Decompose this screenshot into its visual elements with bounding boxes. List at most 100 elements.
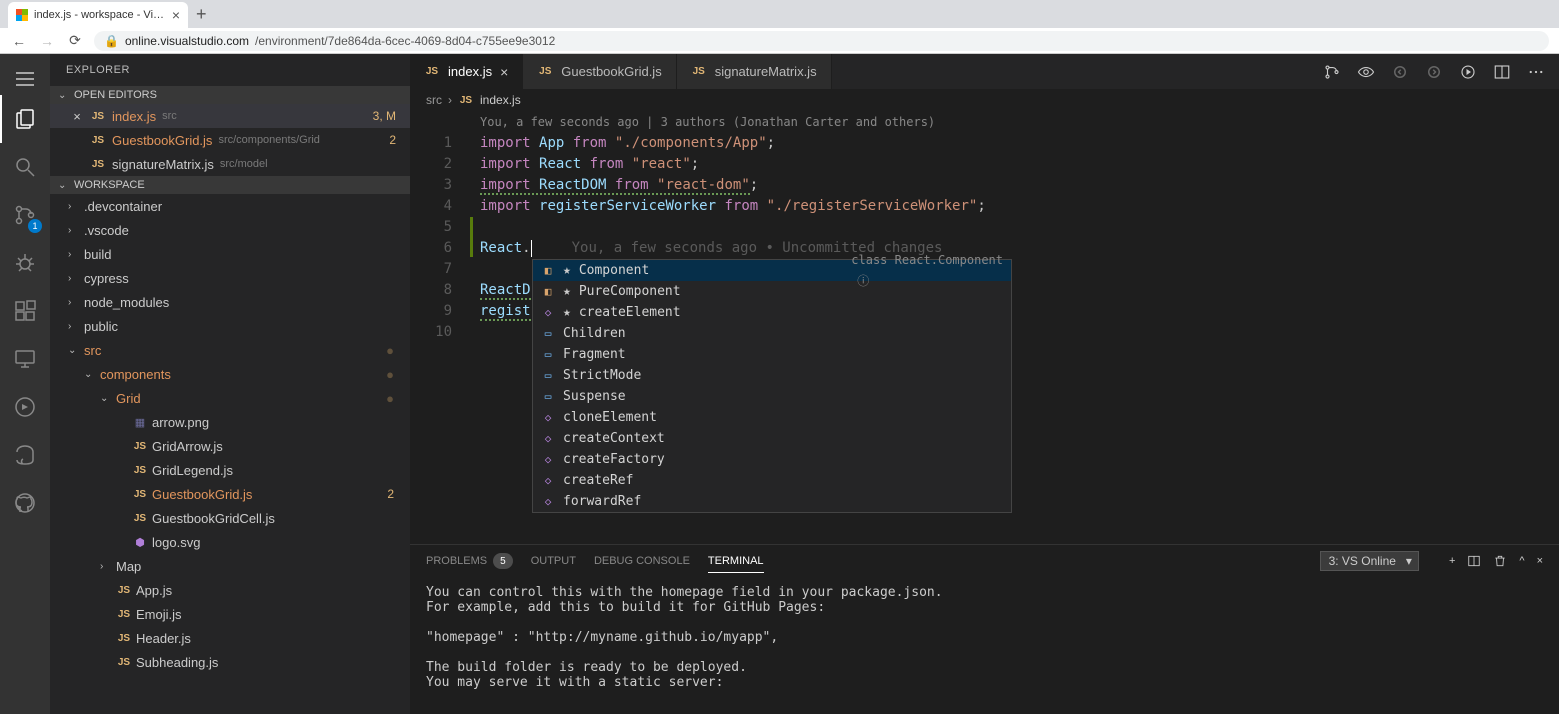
search-icon[interactable] bbox=[0, 143, 50, 191]
split-editor-icon[interactable] bbox=[1491, 61, 1513, 83]
tree-item[interactable]: JSGridLegend.js bbox=[50, 458, 410, 482]
terminal-output[interactable]: You can control this with the homepage f… bbox=[410, 577, 1559, 714]
new-terminal-icon[interactable]: + bbox=[1449, 555, 1455, 567]
suggestion-label: PureComponent bbox=[579, 281, 681, 302]
browser-tab[interactable]: index.js - workspace - Visual Stu... × bbox=[8, 2, 188, 28]
gitlens-toggle-icon[interactable] bbox=[1355, 61, 1377, 83]
js-file-icon: JS bbox=[90, 111, 106, 122]
suggestion-item[interactable]: ▭Children bbox=[533, 323, 1011, 344]
tree-item[interactable]: ⌄src● bbox=[50, 338, 410, 362]
open-editor-item[interactable]: JS GuestbookGrid.js src/components/Grid … bbox=[50, 128, 410, 152]
tree-item[interactable]: ⌄components● bbox=[50, 362, 410, 386]
editor-tab[interactable]: JS signatureMatrix.js bbox=[677, 54, 832, 89]
suggestion-item[interactable]: ◇forwardRef bbox=[533, 491, 1011, 512]
tree-item[interactable]: ›node_modules bbox=[50, 290, 410, 314]
suggestion-item[interactable]: ▭Suspense bbox=[533, 386, 1011, 407]
revision-back-icon[interactable] bbox=[1389, 61, 1411, 83]
maximize-panel-icon[interactable]: ^ bbox=[1519, 555, 1524, 567]
suggestion-label: Suspense bbox=[563, 386, 626, 407]
tab-problems[interactable]: PROBLEMS 5 bbox=[426, 548, 513, 574]
js-file-icon: JS bbox=[132, 441, 148, 452]
more-icon[interactable] bbox=[1525, 61, 1547, 83]
codelens[interactable]: You, a few seconds ago | 3 authors (Jona… bbox=[480, 111, 1559, 133]
kill-terminal-icon[interactable] bbox=[1493, 554, 1507, 568]
tree-item[interactable]: ⌄Grid● bbox=[50, 386, 410, 410]
suggestion-item[interactable]: ▭Fragment bbox=[533, 344, 1011, 365]
close-panel-icon[interactable]: × bbox=[1537, 555, 1543, 567]
address-bar: ← → ⟳ 🔒 online.visualstudio.com/environm… bbox=[0, 28, 1559, 54]
tree-item[interactable]: ▦arrow.png bbox=[50, 410, 410, 434]
remote-explorer-icon[interactable] bbox=[0, 335, 50, 383]
tab-output[interactable]: OUTPUT bbox=[531, 550, 576, 572]
chevron-icon: › bbox=[100, 561, 112, 572]
chevron-icon: › bbox=[68, 273, 80, 284]
tree-item[interactable]: ›.devcontainer bbox=[50, 194, 410, 218]
workspace-section[interactable]: ⌄ WORKSPACE bbox=[50, 176, 410, 194]
suggestion-label: createFactory bbox=[563, 449, 665, 470]
suggestion-item[interactable]: ◇★createElement bbox=[533, 302, 1011, 323]
back-button[interactable]: ← bbox=[10, 33, 28, 49]
tree-item[interactable]: JSSubheading.js bbox=[50, 650, 410, 674]
terminal-select[interactable]: 3: VS Online bbox=[1320, 551, 1419, 571]
tree-item[interactable]: JSHeader.js bbox=[50, 626, 410, 650]
extensions-icon[interactable] bbox=[0, 287, 50, 335]
open-editor-item[interactable]: × JS index.js src 3, M bbox=[50, 104, 410, 128]
tree-item[interactable]: JSGuestbookGridCell.js bbox=[50, 506, 410, 530]
editor-tab[interactable]: JS GuestbookGrid.js bbox=[523, 54, 676, 89]
tab-label: index.js bbox=[448, 64, 492, 79]
tree-item[interactable]: ›build bbox=[50, 242, 410, 266]
close-icon[interactable] bbox=[70, 157, 84, 172]
suggestion-item[interactable]: ▭StrictMode bbox=[533, 365, 1011, 386]
intellisense-popup[interactable]: ◧★Componentclass React.Componentⓘ◧★PureC… bbox=[532, 259, 1012, 513]
suggestion-item[interactable]: ◇createRef bbox=[533, 470, 1011, 491]
tree-item[interactable]: ›public bbox=[50, 314, 410, 338]
tab-terminal[interactable]: TERMINAL bbox=[708, 550, 764, 573]
close-icon[interactable] bbox=[70, 133, 84, 148]
browser-tab-close-icon[interactable]: × bbox=[172, 7, 180, 23]
github-pr-icon[interactable] bbox=[0, 431, 50, 479]
url-input[interactable]: 🔒 online.visualstudio.com/environment/7d… bbox=[94, 31, 1549, 51]
suggestion-item[interactable]: ◇cloneElement bbox=[533, 407, 1011, 428]
file-tree: ›.devcontainer›.vscode›build›cypress›nod… bbox=[50, 194, 410, 674]
debug-icon[interactable] bbox=[0, 239, 50, 287]
tree-item[interactable]: ⬢logo.svg bbox=[50, 530, 410, 554]
revision-forward-icon[interactable] bbox=[1423, 61, 1445, 83]
js-file-icon: JS bbox=[90, 135, 106, 146]
open-editors-section[interactable]: ⌄ OPEN EDITORS bbox=[50, 86, 410, 104]
breadcrumb[interactable]: src › JS index.js bbox=[410, 89, 1559, 111]
reload-button[interactable]: ⟳ bbox=[66, 32, 84, 49]
run-icon[interactable] bbox=[1457, 61, 1479, 83]
split-terminal-icon[interactable] bbox=[1467, 554, 1481, 568]
tree-item[interactable]: JSGridArrow.js bbox=[50, 434, 410, 458]
tree-item[interactable]: › Map bbox=[50, 554, 410, 578]
tree-item[interactable]: ›.vscode bbox=[50, 218, 410, 242]
item-badge: 2 bbox=[387, 487, 402, 501]
liveshare-icon[interactable] bbox=[0, 383, 50, 431]
tree-item-label: Map bbox=[116, 559, 141, 574]
code-editor[interactable]: 12345678910 You, a few seconds ago | 3 a… bbox=[410, 111, 1559, 544]
suggestion-item[interactable]: ◇createFactory bbox=[533, 449, 1011, 470]
close-icon[interactable]: × bbox=[500, 64, 508, 80]
tree-item[interactable]: JSEmoji.js bbox=[50, 602, 410, 626]
editor-tab[interactable]: JS index.js × bbox=[410, 54, 523, 89]
tree-item[interactable]: JSGuestbookGrid.js2 bbox=[50, 482, 410, 506]
tree-item[interactable]: JSApp.js bbox=[50, 578, 410, 602]
new-tab-button[interactable]: + bbox=[196, 4, 207, 25]
menu-icon[interactable] bbox=[13, 67, 37, 91]
close-icon[interactable]: × bbox=[70, 109, 84, 124]
workspace-label: WORKSPACE bbox=[74, 179, 145, 191]
info-icon[interactable]: ⓘ bbox=[857, 274, 869, 288]
source-control-icon[interactable]: 1 bbox=[0, 191, 50, 239]
open-editors-label: OPEN EDITORS bbox=[74, 89, 157, 101]
github-icon[interactable] bbox=[0, 479, 50, 527]
url-path: /environment/7de864da-6cec-4069-8d04-c75… bbox=[255, 34, 555, 48]
suggestion-item[interactable]: ◇createContext bbox=[533, 428, 1011, 449]
suggestion-item[interactable]: ◧★Componentclass React.Componentⓘ bbox=[533, 260, 1011, 281]
open-changes-icon[interactable] bbox=[1321, 61, 1343, 83]
open-editor-item[interactable]: JS signatureMatrix.js src/model bbox=[50, 152, 410, 176]
forward-button[interactable]: → bbox=[38, 33, 56, 49]
explorer-icon[interactable] bbox=[0, 95, 50, 143]
activity-bar: 1 bbox=[0, 54, 50, 714]
tree-item[interactable]: ›cypress bbox=[50, 266, 410, 290]
tab-debug-console[interactable]: DEBUG CONSOLE bbox=[594, 550, 690, 572]
